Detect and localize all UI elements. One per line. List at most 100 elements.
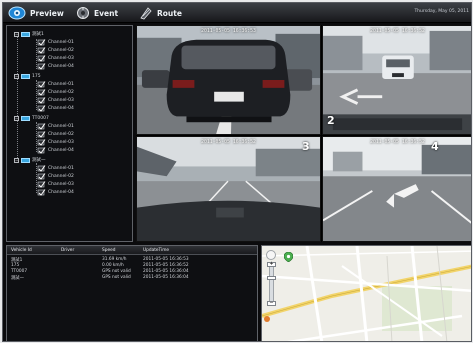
collapse-icon[interactable]: − [14, 157, 19, 163]
camera-view-2[interactable]: 2011-05-05 16:36:52 2 [322, 25, 471, 135]
tree-channel[interactable]: Channel-01 [37, 122, 74, 130]
speed-cell: 31.69 km/h [102, 257, 127, 262]
camera-number: 3 [302, 140, 310, 153]
camera-view-4[interactable]: 2011-05-05 16:36:52 4 [322, 136, 471, 242]
camera-check-icon [37, 180, 46, 188]
camera-timestamp: 2011-05-05 16:36:53 [201, 29, 256, 34]
channel-label: Channel-01 [48, 39, 74, 45]
tree-channel[interactable]: Channel-01 [37, 38, 74, 46]
update-time-cell: 2011-05-05 16:36:04 [143, 275, 189, 280]
camera-timestamp: 2011-05-05 16:36:52 [370, 140, 425, 145]
current-date: Thursday, May 05, 2011 [414, 9, 469, 14]
tree-channel[interactable]: Channel-03 [37, 138, 74, 146]
camera-feed-image [137, 137, 320, 241]
tree-channel[interactable]: Channel-02 [37, 46, 74, 54]
channel-label: Channel-03 [48, 139, 74, 145]
event-tab[interactable]: Event [76, 6, 118, 20]
tree-channel[interactable]: Channel-03 [37, 96, 74, 104]
map-canvas [262, 246, 471, 341]
camera-check-icon [37, 164, 46, 172]
camera-check-icon [37, 138, 46, 146]
device-icon [21, 73, 30, 79]
camera-feed-image [137, 26, 320, 134]
camera-check-icon [37, 104, 46, 112]
preview-label: Preview [30, 8, 64, 18]
camera-check-icon [37, 146, 46, 154]
vehicle-id-cell: 175 [11, 263, 20, 268]
channel-label: Channel-01 [48, 81, 74, 87]
camera-check-icon [37, 80, 46, 88]
pan-control-icon[interactable] [266, 250, 276, 260]
update-time-cell: 2011-05-05 16:36:53 [143, 257, 189, 262]
zoom-in-icon[interactable]: + [267, 262, 276, 267]
tree-channel[interactable]: Channel-02 [37, 130, 74, 138]
tree-channel[interactable]: Channel-03 [37, 180, 74, 188]
camera-check-icon [37, 38, 46, 46]
tree-group[interactable]: − TT0007 [14, 114, 49, 122]
list-header: Vehicle Id Driver Speed UpdateTime [7, 246, 257, 255]
tree-channel[interactable]: Channel-04 [37, 104, 74, 112]
tree-channel[interactable]: Channel-04 [37, 146, 74, 154]
camera-feed-image [323, 137, 471, 241]
zoom-slider-handle[interactable] [267, 276, 276, 280]
camera-number: 2 [327, 114, 335, 127]
collapse-icon[interactable]: − [14, 73, 19, 79]
camera-check-icon [37, 188, 46, 196]
column-header-vehicle-id[interactable]: Vehicle Id [11, 248, 32, 253]
camera-feed-image [323, 26, 471, 134]
channel-label: Channel-04 [48, 63, 74, 69]
tree-channel[interactable]: Channel-02 [37, 88, 74, 96]
tree-group-label: 175 [32, 73, 41, 79]
route-icon [139, 6, 153, 20]
tree-group[interactable]: − 測試1 [14, 30, 44, 38]
preview-tab[interactable]: Preview [8, 6, 64, 20]
channel-label: Channel-01 [48, 123, 74, 129]
event-icon [76, 6, 90, 20]
tree-group[interactable]: − 175 [14, 72, 41, 80]
map-view[interactable]: + − [261, 245, 471, 341]
collapse-icon[interactable]: − [14, 31, 19, 37]
tree-group[interactable]: − 測試一 [14, 156, 46, 164]
vehicle-id-cell: TT0007 [11, 269, 28, 274]
collapse-icon[interactable]: − [14, 115, 19, 121]
device-tree[interactable]: − 測試1 Channel-01 Channel-02 Channel-03 C… [6, 25, 133, 242]
channel-label: Channel-04 [48, 105, 74, 111]
poi-marker-icon[interactable] [264, 316, 270, 322]
camera-view-1[interactable]: 2011-05-05 16:36:53 [136, 25, 321, 135]
camera-check-icon [37, 130, 46, 138]
route-tab[interactable]: Route [139, 6, 182, 20]
camera-check-icon [37, 96, 46, 104]
vehicle-marker-icon[interactable] [284, 252, 293, 262]
camera-timestamp: 2011-05-05 16:36:52 [370, 29, 425, 34]
tree-group-label: 測試一 [32, 158, 46, 163]
tree-channel[interactable]: Channel-03 [37, 54, 74, 62]
vehicle-status-list[interactable]: Vehicle Id Driver Speed UpdateTime 測試1 3… [6, 245, 258, 341]
camera-view-3[interactable]: 2011-05-05 16:36:52 3 [136, 136, 321, 242]
device-icon [21, 115, 30, 121]
camera-check-icon [37, 54, 46, 62]
tree-channel[interactable]: Channel-04 [37, 188, 74, 196]
column-header-speed[interactable]: Speed [102, 248, 115, 253]
column-header-driver[interactable]: Driver [61, 248, 74, 253]
top-toolbar: Preview Event Route Thursday, May 05, 20… [3, 3, 471, 23]
tree-channel[interactable]: Channel-04 [37, 62, 74, 70]
app-window: Preview Event Route Thursday, May 05, 20… [2, 2, 472, 342]
speed-cell: GPS not valid [102, 269, 131, 274]
speed-cell: GPS not valid [102, 275, 131, 280]
route-label: Route [157, 8, 182, 18]
tree-channel[interactable]: Channel-01 [37, 164, 74, 172]
tree-channel[interactable]: Channel-02 [37, 172, 74, 180]
channel-label: Channel-02 [48, 47, 74, 53]
camera-check-icon [37, 88, 46, 96]
tree-channel[interactable]: Channel-01 [37, 80, 74, 88]
channel-label: Channel-02 [48, 89, 74, 95]
channel-label: Channel-03 [48, 55, 74, 61]
zoom-slider[interactable] [269, 263, 274, 303]
channel-label: Channel-04 [48, 147, 74, 153]
speed-cell: 0.00 km/h [102, 263, 124, 268]
column-header-update-time[interactable]: UpdateTime [143, 248, 169, 253]
vehicle-id-cell: 測試一 [11, 276, 24, 281]
zoom-out-icon[interactable]: − [267, 301, 276, 306]
camera-check-icon [37, 62, 46, 70]
video-grid: 2011-05-05 16:36:53 2011-05-05 16:36:52 … [136, 25, 471, 242]
